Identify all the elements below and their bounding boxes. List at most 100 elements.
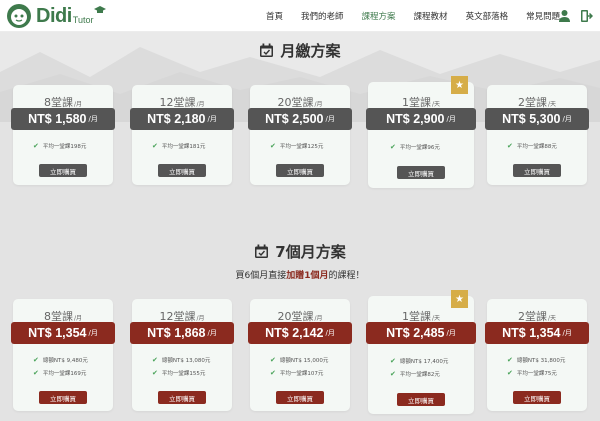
subtitle-suffix: 的課程！ [328, 271, 365, 281]
plan-price-banner: NT$ 2,485/月 [366, 322, 476, 344]
plan-feature: ✔ 平均一堂課198元 [13, 142, 113, 150]
plan-card: 2堂課/天 NT$ 5,300/月 ✔ 平均一堂課88元 立即購買 [485, 85, 589, 185]
buy-now-button[interactable]: 立即購買 [158, 391, 206, 404]
plan-card: 8堂課/月 NT$ 1,354/月 ✔ 總額NT$ 9,480元 ✔ 平均一堂課169元立… [11, 299, 115, 411]
plan-price-period: /月 [562, 329, 572, 337]
buy-now-button[interactable]: 立即購買 [276, 391, 324, 404]
plan-count-unit: /月 [314, 315, 323, 322]
plan-price: NT$ 5,300 [502, 112, 561, 126]
check-icon: ✔ [507, 356, 513, 364]
plan-price-banner: NT$ 2,180/月 [130, 108, 234, 130]
plan-card: 8堂課/月 NT$ 1,580/月 ✔ 平均一堂課198元 立即購買 [11, 85, 115, 185]
plan-price: NT$ 1,580 [28, 112, 87, 126]
plan-card: 12堂課/月 NT$ 1,868/月 ✔ 總額NT$ 13,080元 ✔ 平均一堂課155… [130, 299, 234, 411]
plan-feature: ✔ 平均一堂課169元 [13, 369, 113, 377]
plan-count-unit: /天 [547, 101, 557, 108]
nav-materials[interactable]: 課程教材 [414, 10, 448, 22]
plan-count-unit: /月 [196, 101, 205, 108]
plan-price-banner: NT$ 2,500/月 [248, 108, 352, 130]
plan-price: NT$ 2,180 [147, 112, 206, 126]
logo-text: Didi [36, 4, 72, 27]
buy-now-button[interactable]: 立即購買 [39, 391, 87, 404]
plan-feature: ✔ 平均一堂課96元 [368, 143, 474, 151]
check-icon: ✔ [390, 370, 396, 378]
check-icon: ✔ [390, 357, 396, 365]
plan-price-banner: NT$ 2,900/月 [366, 108, 476, 130]
nav-plans[interactable]: 課程方案 [362, 10, 396, 22]
plan-price: NT$ 1,868 [147, 326, 206, 340]
check-icon: ✔ [152, 369, 158, 377]
main-nav: 首頁 我們的老師 課程方案 課程教材 英文部落格 常見問題 [266, 0, 578, 32]
plan-feature-text: 總額NT$ 31,800元 [516, 358, 566, 364]
plan-price-banner: NT$ 5,300/月 [485, 108, 589, 130]
buy-now-button[interactable]: 立即購買 [39, 164, 87, 177]
plan-price: NT$ 2,142 [265, 326, 324, 340]
plan-feature: ✔ 平均一堂課181元 [132, 142, 232, 150]
check-icon: ✔ [152, 142, 158, 150]
plan-feature-text: 平均一堂課107元 [279, 371, 324, 377]
buy-now-button[interactable]: 立即購買 [513, 391, 561, 404]
monthly-section-title: 月繳方案 [0, 40, 600, 61]
graduation-cap-icon [94, 6, 107, 13]
subtitle-prefix: 買6個月直接 [235, 271, 287, 281]
sevenmonth-subtitle: 買6個月直接加贈1個月的課程！ [0, 268, 600, 281]
buy-now-button[interactable]: 立即購買 [158, 164, 206, 177]
plan-feature: ✔ 平均一堂課88元 [487, 142, 587, 150]
buy-now-button[interactable]: 立即購買 [397, 166, 445, 179]
plan-count-unit: /天 [431, 101, 441, 108]
nav-teachers[interactable]: 我們的老師 [301, 10, 344, 22]
plan-feature: ✔ 平均一堂課125元 [250, 142, 350, 150]
nav-home[interactable]: 首頁 [266, 10, 283, 22]
plan-price: NT$ 2,485 [386, 326, 445, 340]
logout-icon[interactable] [580, 9, 593, 23]
plan-feature-text: 平均一堂課88元 [516, 144, 557, 150]
plan-price-period: /月 [325, 115, 335, 123]
buy-now-button[interactable]: 立即購買 [513, 164, 561, 177]
plan-price: NT$ 1,354 [28, 326, 87, 340]
check-icon: ✔ [390, 143, 396, 151]
plan-price-period: /月 [325, 329, 335, 337]
plan-card: 2堂課/天 NT$ 1,354/月 ✔ 總額NT$ 31,800元 ✔ 平均一堂課75元立… [485, 299, 589, 411]
plan-price-period: /月 [88, 329, 98, 337]
sevenmonth-section-title: 7個月方案 [0, 241, 600, 262]
mascot-logo-icon [7, 4, 31, 28]
plan-price: NT$ 2,900 [386, 112, 445, 126]
plan-price-period: /月 [207, 329, 217, 337]
nav-faq[interactable]: 常見問題 [526, 10, 560, 22]
monthly-title-text: 月繳方案 [280, 42, 341, 60]
plan-feature: ✔ 總額NT$ 13,080元 [132, 356, 232, 364]
plan-feature: ✔ 平均一堂課75元 [487, 369, 587, 377]
nav-blog[interactable]: 英文部落格 [466, 10, 509, 22]
check-icon: ✔ [33, 369, 39, 377]
calendar-check-icon [260, 43, 274, 57]
plan-feature-text: 總額NT$ 9,480元 [42, 358, 88, 364]
plan-count-unit: /月 [73, 315, 83, 322]
plan-price-banner: NT$ 1,580/月 [11, 108, 115, 130]
check-icon: ✔ [270, 356, 276, 364]
plan-price-period: /月 [562, 115, 572, 123]
check-icon: ✔ [33, 356, 39, 364]
plan-feature: ✔ 平均一堂課82元 [368, 370, 474, 378]
plan-price: NT$ 1,354 [502, 326, 561, 340]
buy-now-button[interactable]: 立即購買 [397, 393, 445, 406]
user-icon[interactable] [558, 9, 571, 23]
plan-feature-text: 平均一堂課75元 [516, 371, 557, 377]
check-icon: ✔ [507, 142, 513, 150]
plan-feature: ✔ 總額NT$ 17,400元 [368, 357, 474, 365]
plan-price-period: /月 [446, 115, 456, 123]
featured-star-icon: ★ [451, 76, 468, 94]
plan-feature-text: 平均一堂課125元 [279, 144, 324, 150]
plan-price-banner: NT$ 2,142/月 [248, 322, 352, 344]
plan-feature-text: 平均一堂課155元 [161, 371, 206, 377]
plan-feature-text: 平均一堂課82元 [399, 372, 440, 378]
buy-now-button[interactable]: 立即購買 [276, 164, 324, 177]
plan-price: NT$ 2,500 [265, 112, 324, 126]
logo[interactable]: Didi Tutor [6, 3, 107, 29]
plan-feature-text: 總額NT$ 17,400元 [399, 359, 449, 365]
check-icon: ✔ [507, 369, 513, 377]
plan-feature: ✔ 平均一堂課155元 [132, 369, 232, 377]
site-header: Didi Tutor 首頁 我們的老師 課程方案 課程教材 英文部落格 常見問題 [0, 0, 600, 32]
plan-card: 1堂課/天 NT$ 2,485/月 ✔ 總額NT$ 17,400元 ✔ 平均一堂課82元立… [366, 290, 476, 414]
plan-feature: ✔ 總額NT$ 9,480元 [13, 356, 113, 364]
check-icon: ✔ [270, 142, 276, 150]
